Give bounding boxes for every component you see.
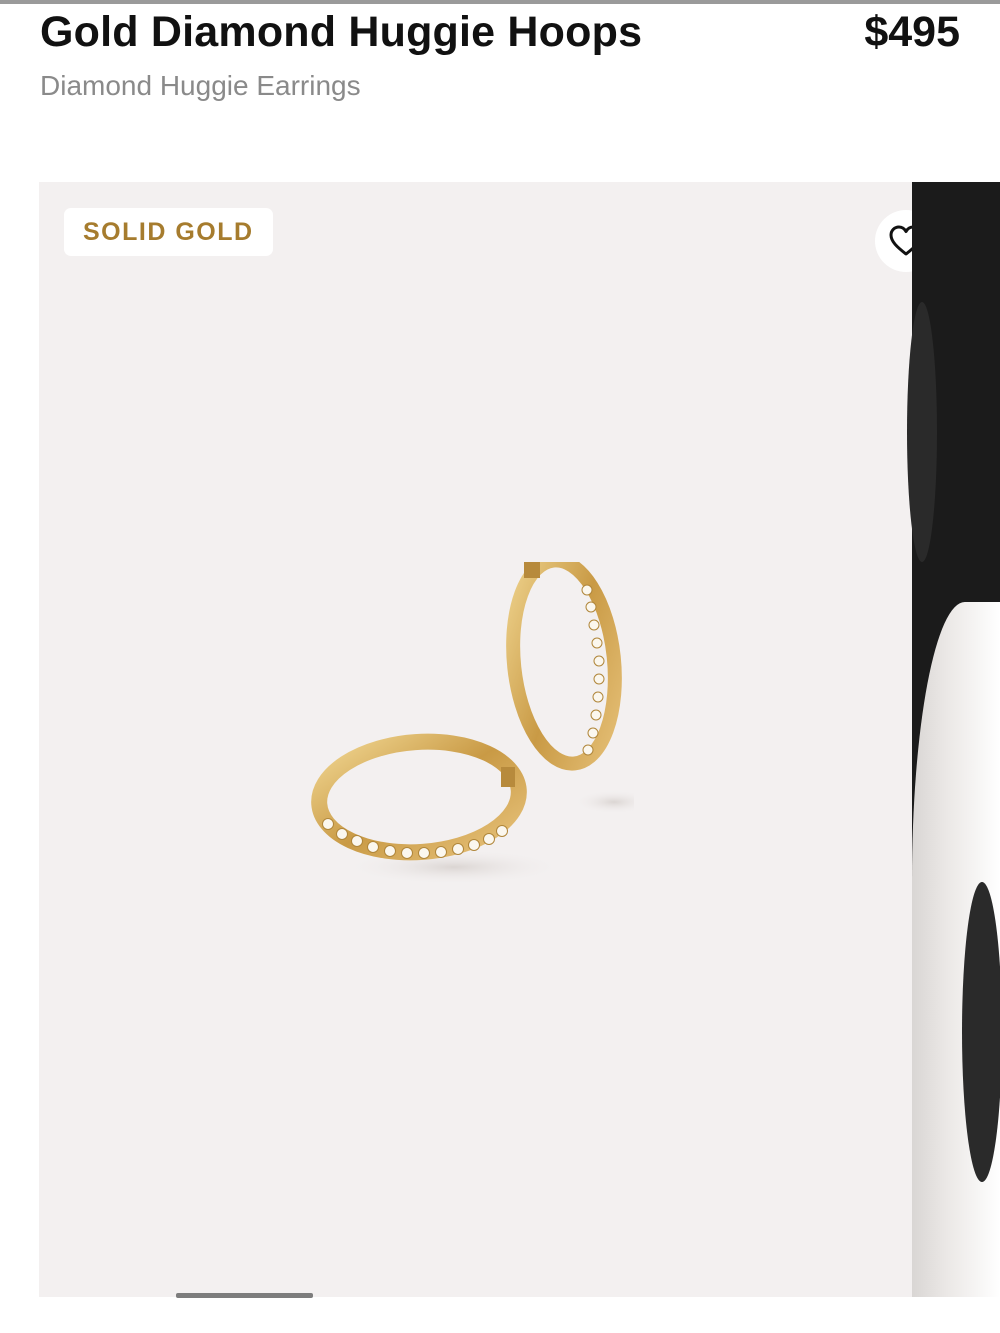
title-row: Gold Diamond Huggie Hoops $495 [40, 6, 960, 58]
lying-hoop [311, 733, 527, 861]
product-image-carousel[interactable]: SOLID GOLD [39, 182, 1000, 1297]
carousel-slide-model-image[interactable] [907, 182, 1000, 1297]
hair-strand [962, 882, 1000, 1182]
product-price: $495 [864, 8, 960, 56]
huggie-hoops-image [311, 562, 634, 885]
product-header: Gold Diamond Huggie Hoops $495 Diamond H… [40, 6, 960, 104]
badge-label: SOLID GOLD [83, 217, 254, 246]
hair-strand [907, 302, 937, 562]
product-subtitle: Diamond Huggie Earrings [40, 70, 361, 101]
carousel-slide-product-image[interactable]: SOLID GOLD [39, 182, 937, 1297]
top-divider [0, 0, 1000, 4]
product-title: Gold Diamond Huggie Hoops [40, 8, 643, 56]
carousel-page-indicator [176, 1293, 313, 1298]
solid-gold-badge: SOLID GOLD [64, 208, 273, 256]
standing-hoop [506, 562, 622, 771]
